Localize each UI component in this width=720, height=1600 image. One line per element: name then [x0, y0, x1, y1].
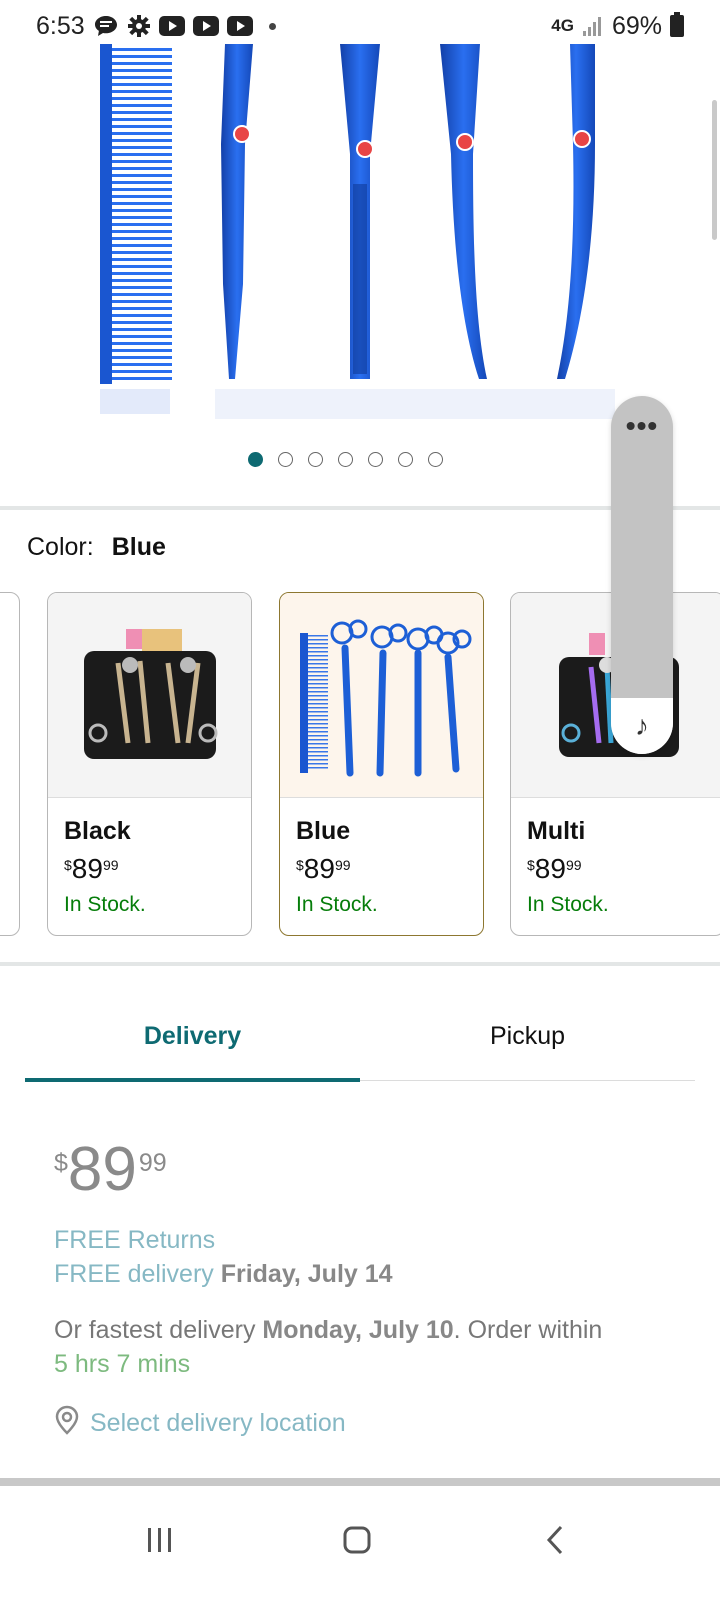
chat-icon: [93, 14, 119, 38]
notification-dot-icon: [268, 22, 276, 30]
battery-icon: [670, 12, 684, 37]
recent-apps-icon[interactable]: [120, 1510, 200, 1570]
more-dots-icon[interactable]: •••: [611, 410, 673, 442]
swatch-image: [48, 593, 251, 798]
price-fraction: 99: [138, 1149, 167, 1177]
swatch-name: Blue: [296, 817, 351, 845]
carousel-dot[interactable]: [278, 452, 293, 467]
swatch-price: $8999: [64, 853, 119, 884]
product-image[interactable]: [95, 44, 615, 424]
carousel-dot[interactable]: [428, 452, 443, 467]
status-left: 6:53: [36, 12, 276, 41]
swatch-price: $8999: [527, 853, 582, 884]
carousel-dot[interactable]: [368, 452, 383, 467]
swatch-image: [280, 593, 483, 798]
location-pin-icon: [54, 1405, 80, 1442]
divider: [0, 1478, 720, 1486]
back-icon[interactable]: [515, 1510, 595, 1570]
swatch-stock-status: In Stock.: [296, 893, 378, 916]
swatch-name: Black: [64, 817, 131, 845]
battery-percent: 69%: [611, 11, 662, 40]
fastest-delivery-prefix: Or fastest delivery: [54, 1316, 256, 1344]
color-selector-label: Color: Blue: [27, 533, 166, 562]
price-whole: 89: [67, 1135, 137, 1204]
fastest-delivery-date: Monday, July 10: [262, 1316, 454, 1344]
swatch-stock-status: In Stock.: [527, 893, 609, 916]
price-currency: $: [54, 1149, 68, 1177]
system-nav-bar: [0, 1486, 720, 1600]
free-returns-link[interactable]: FREE Returns: [54, 1226, 215, 1255]
swatch-price: $8999: [296, 853, 351, 884]
tab-pickup[interactable]: Pickup: [360, 1000, 695, 1080]
youtube-icon: [158, 16, 185, 36]
home-icon[interactable]: [317, 1510, 397, 1570]
color-value: Blue: [111, 533, 166, 561]
network-type: 4G: [551, 16, 574, 35]
free-delivery-line: FREE delivery Friday, July 14: [54, 1260, 393, 1289]
color-label: Color:: [27, 533, 94, 561]
free-delivery-date: Friday, July 14: [220, 1260, 393, 1288]
clock: 6:53: [36, 11, 85, 40]
swatch-name: Multi: [527, 817, 586, 845]
youtube-icon: [226, 16, 253, 36]
tab-delivery[interactable]: Delivery: [25, 1000, 360, 1082]
swatch-partial-left[interactable]: [0, 592, 20, 936]
carousel-dot[interactable]: [338, 452, 353, 467]
status-right: 4G 69%: [551, 12, 684, 41]
location-link-text[interactable]: Select delivery location: [90, 1409, 346, 1438]
price: $ 89 99: [54, 1135, 167, 1205]
carousel-dot[interactable]: [248, 452, 263, 467]
signal-icon: [582, 15, 604, 37]
swatch-stock-status: In Stock.: [64, 893, 146, 916]
swatch-black[interactable]: Black $8999 In Stock.: [47, 592, 252, 936]
image-carousel-indicator[interactable]: [248, 452, 443, 467]
scrollbar[interactable]: [712, 100, 717, 240]
delivery-countdown: 5 hrs 7 mins: [54, 1350, 191, 1378]
fulfillment-tabs: Delivery Pickup: [25, 1000, 695, 1082]
select-delivery-location[interactable]: Select delivery location: [54, 1405, 346, 1442]
gear-icon: [127, 14, 151, 38]
thinning-teeth: [353, 184, 367, 374]
divider: [0, 962, 720, 966]
floating-media-widget[interactable]: ••• ♪: [611, 396, 673, 754]
carousel-dot[interactable]: [308, 452, 323, 467]
carousel-dot[interactable]: [398, 452, 413, 467]
youtube-icon: [192, 16, 219, 36]
fastest-delivery-line: Or fastest delivery Monday, July 10. Ord…: [54, 1316, 602, 1345]
swatch-blue[interactable]: Blue $8999 In Stock.: [279, 592, 484, 936]
free-delivery-link[interactable]: FREE delivery: [54, 1260, 214, 1288]
order-within-label: . Order within: [453, 1316, 603, 1344]
comb-illustration: [100, 44, 172, 414]
